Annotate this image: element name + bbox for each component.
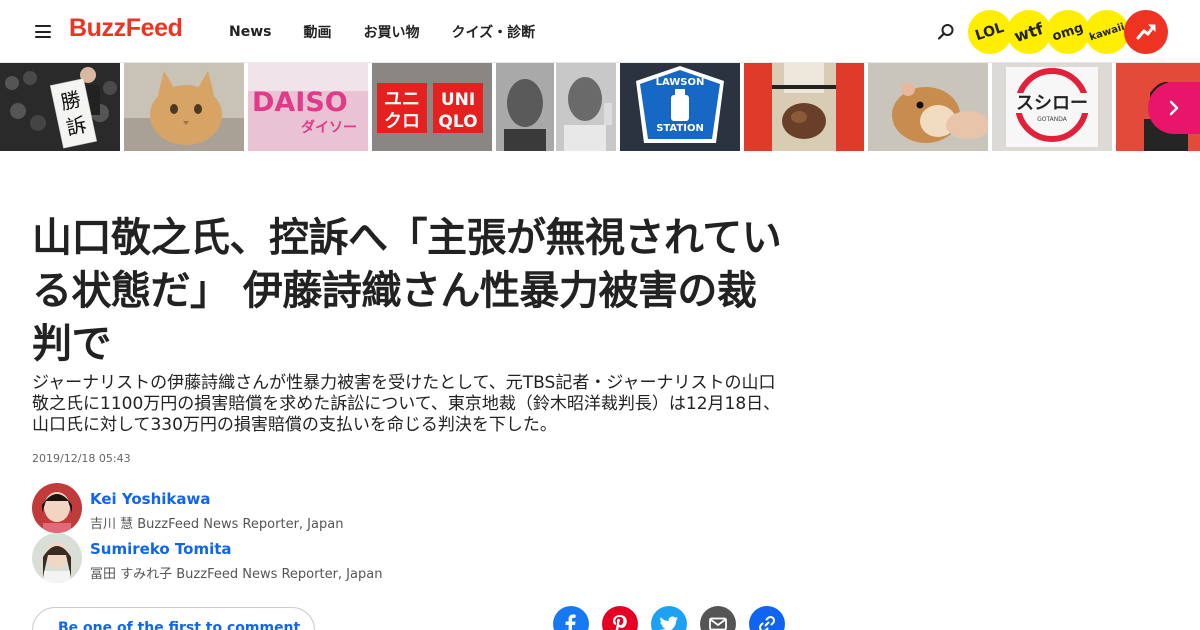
lol-badge-label: LOL <box>973 19 1007 45</box>
lawson-top-text: LAWSON <box>656 77 705 88</box>
uniqlo-thumb: ユニ クロ UNI QLO <box>372 63 492 151</box>
lol-badge[interactable]: LOL <box>968 10 1012 54</box>
sushiro-subtext: GOTANDA <box>1037 116 1068 123</box>
carousel-next-button[interactable] <box>1148 82 1200 134</box>
nav-shopping[interactable]: お買い物 <box>363 22 419 42</box>
twitter-icon <box>659 616 678 630</box>
trending-thumb-4[interactable]: ユニ クロ UNI QLO <box>372 63 492 151</box>
avatar[interactable] <box>32 483 82 533</box>
share-email-button[interactable] <box>700 606 736 630</box>
menu-icon[interactable] <box>35 25 51 38</box>
avatar[interactable] <box>32 533 82 583</box>
email-icon <box>709 617 727 630</box>
uniqlo-en-text-1: UNI <box>441 90 475 110</box>
daiso-thumb: DAISO ダイソー <box>248 63 368 151</box>
sushiro-thumb: スシロー GOTANDA <box>992 63 1112 151</box>
buzzfeed-logo[interactable]: BuzzFeed <box>69 14 183 43</box>
trending-arrow-icon <box>1136 24 1156 40</box>
kawaii-badge-label: kawaii <box>1088 21 1126 43</box>
wtf-badge-label: wtf <box>1012 18 1046 46</box>
cat-thumb <box>124 63 244 151</box>
author-name[interactable]: Sumireko Tomita <box>90 540 232 558</box>
kawaii-badge[interactable]: kawaii <box>1085 10 1129 54</box>
trending-thumb-6[interactable]: LAWSON STATION <box>620 63 740 151</box>
search-icon[interactable] <box>937 23 955 41</box>
trending-badge[interactable] <box>1124 10 1168 54</box>
share-pinterest-button[interactable] <box>602 606 638 630</box>
omg-badge-label: omg <box>1050 19 1086 45</box>
uniqlo-jp-text-2: クロ <box>384 111 420 132</box>
trending-thumb-5[interactable] <box>496 63 616 151</box>
facebook-icon <box>565 614 576 630</box>
handwritten-banner-thumb: 勝 訴 <box>0 63 120 151</box>
main-nav: News 動画 お買い物 クイズ・診断 <box>229 0 567 63</box>
trending-thumb-2[interactable] <box>124 63 244 151</box>
author-role: 冨田 すみれ子 BuzzFeed News Reporter, Japan <box>90 567 383 582</box>
article-description: ジャーナリストの伊藤詩織さんが性暴力被害を受けたとして、元TBS記者・ジャーナリ… <box>32 373 781 435</box>
chevron-right-icon <box>1169 100 1179 116</box>
hamster-thumb <box>868 63 988 151</box>
trending-thumb-8[interactable] <box>868 63 988 151</box>
share-facebook-button[interactable] <box>553 606 589 630</box>
nav-video[interactable]: 動画 <box>303 22 331 42</box>
uniqlo-en-text-2: QLO <box>438 112 477 132</box>
trending-thumb-3[interactable]: DAISO ダイソー <box>248 63 368 151</box>
link-icon <box>758 615 776 630</box>
comment-button[interactable]: Be one of the first to comment ↓ <box>32 607 315 630</box>
trending-strip: 勝 訴 DAISO ダイソー ユニ クロ UNI QLO LAWSON STAT… <box>0 63 1200 151</box>
uniqlo-jp-text-1: ユニ <box>384 89 420 110</box>
article-title: 山口敬之氏、控訴へ「主張が無視されている状態だ」 伊藤詩織さん性暴力被害の裁判で <box>32 215 782 367</box>
author-name[interactable]: Kei Yoshikawa <box>90 490 211 508</box>
lawson-station-thumb: LAWSON STATION <box>620 63 740 151</box>
sushiro-logo-text: スシロー <box>1016 93 1088 114</box>
reaction-badges: LOL wtf omg kawaii <box>968 10 1168 54</box>
author-role: 吉川 慧 BuzzFeed News Reporter, Japan <box>90 517 344 532</box>
trending-thumb-9[interactable]: スシロー GOTANDA <box>992 63 1112 151</box>
site-header: BuzzFeed News 動画 お買い物 クイズ・診断 LOL wtf omg… <box>0 0 1200 63</box>
nav-quiz[interactable]: クイズ・診断 <box>451 22 535 42</box>
trending-thumb-7[interactable] <box>744 63 864 151</box>
share-copylink-button[interactable] <box>749 606 785 630</box>
omg-badge[interactable]: omg <box>1046 10 1090 54</box>
nav-news[interactable]: News <box>229 24 271 40</box>
trending-thumb-1[interactable]: 勝 訴 <box>0 63 120 151</box>
wtf-badge[interactable]: wtf <box>1007 10 1051 54</box>
lawson-bottom-text: STATION <box>656 123 704 134</box>
portraits-thumb <box>496 63 616 151</box>
share-twitter-button[interactable] <box>651 606 687 630</box>
fashion-bag-thumb <box>744 63 864 151</box>
daiso-logo-text: DAISO <box>252 87 348 118</box>
pinterest-icon <box>613 615 627 630</box>
daiso-logo-subtext: ダイソー <box>301 119 357 136</box>
article-timestamp: 2019/12/18 05:43 <box>32 452 131 465</box>
